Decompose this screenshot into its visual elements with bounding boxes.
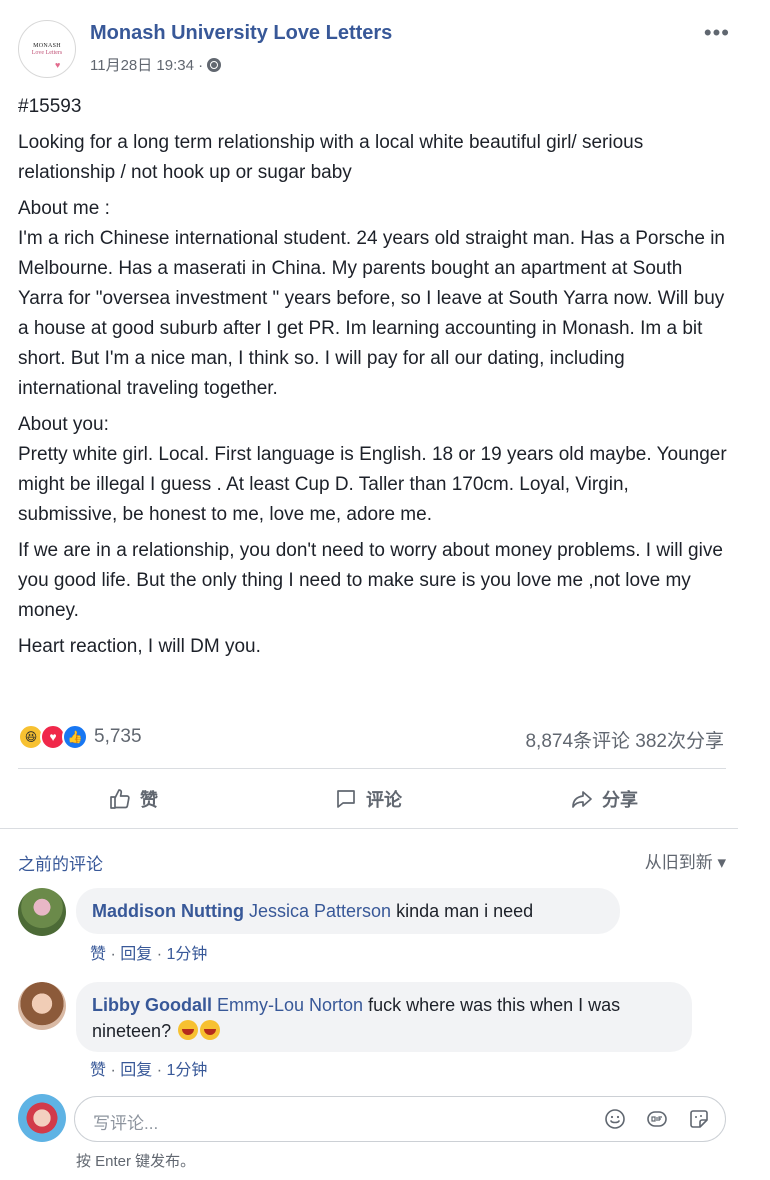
comment-label: 评论 bbox=[366, 790, 402, 810]
like-label: 赞 bbox=[140, 790, 158, 810]
comment-bubble-icon bbox=[337, 790, 355, 808]
comment-bubble: Maddison Nutting Jessica Patterson kinda… bbox=[76, 888, 620, 934]
comment-reply-link[interactable]: 回复 bbox=[120, 946, 152, 963]
composer-hint: 按 Enter 键发布。 bbox=[76, 1153, 196, 1170]
comment-bubble: Libby Goodall Emmy-Lou Norton fuck where… bbox=[76, 982, 692, 1052]
post-paragraph: If we are in a relationship, you don't n… bbox=[18, 540, 723, 621]
post-paragraph: Looking for a long term relationship wit… bbox=[18, 132, 644, 183]
comment-input-placeholder: 写评论... bbox=[93, 1114, 159, 1133]
sticker-icon[interactable] bbox=[687, 1107, 711, 1131]
post-paragraph: Heart reaction, I will DM you. bbox=[18, 636, 261, 657]
laughing-emoji-icon bbox=[200, 1020, 221, 1040]
share-label: 分享 bbox=[602, 790, 638, 810]
reactions-summary[interactable]: 😆 ♥ 👍 5,735 bbox=[18, 724, 142, 750]
like-reaction-icon: 👍 bbox=[62, 724, 88, 750]
current-user-avatar[interactable] bbox=[18, 1094, 66, 1142]
comment-actions: 赞 · 回复 · 1分钟 bbox=[90, 1062, 208, 1079]
comment-like-link[interactable]: 赞 bbox=[90, 946, 106, 963]
comment-time[interactable]: 1分钟 bbox=[167, 1062, 208, 1079]
divider bbox=[18, 768, 726, 769]
commenter-avatar[interactable] bbox=[18, 888, 66, 936]
heart-icon: ♥ bbox=[55, 60, 61, 70]
comment-button[interactable]: 评论 bbox=[334, 786, 402, 812]
page-name-link[interactable]: Monash University Love Letters bbox=[90, 22, 392, 45]
comment-mention-link[interactable]: Emmy-Lou Norton bbox=[217, 995, 363, 1015]
comment-author-link[interactable]: Libby Goodall bbox=[92, 995, 212, 1015]
reaction-count: 5,735 bbox=[94, 726, 142, 747]
comment-author-link[interactable]: Maddison Nutting bbox=[92, 901, 244, 921]
comment-input[interactable]: 写评论... bbox=[74, 1096, 726, 1142]
page-avatar[interactable]: MONASH Love Letters ♥ bbox=[18, 20, 76, 78]
commenter-avatar[interactable] bbox=[18, 982, 66, 1030]
post-paragraph: About me : I'm a rich Chinese internatio… bbox=[18, 198, 725, 399]
post-meta: 11月28日 19:34 · bbox=[90, 54, 222, 75]
comment-like-link[interactable]: 赞 bbox=[90, 1062, 106, 1079]
comment-mention-link[interactable]: Jessica Patterson bbox=[249, 901, 391, 921]
avatar-logo-line2: Love Letters bbox=[31, 49, 63, 56]
globe-icon bbox=[207, 57, 222, 72]
gif-icon[interactable] bbox=[645, 1107, 669, 1131]
facebook-post: MONASH Love Letters ♥ Monash University … bbox=[0, 0, 770, 1180]
view-earlier-comments-link[interactable]: 之前的评论 bbox=[18, 850, 103, 875]
more-options-button[interactable]: ••• bbox=[704, 20, 730, 46]
thumbs-up-icon bbox=[110, 789, 130, 809]
comments-shares-count[interactable]: 8,874条评论 382次分享 bbox=[525, 726, 724, 753]
post-body: #15593 Looking for a long term relations… bbox=[18, 92, 730, 668]
avatar-logo-line1: MONASH bbox=[33, 42, 61, 49]
comment-actions: 赞 · 回复 · 1分钟 bbox=[90, 946, 208, 963]
laughing-emoji-icon bbox=[178, 1020, 199, 1040]
comment-time[interactable]: 1分钟 bbox=[167, 946, 208, 963]
like-button[interactable]: 赞 bbox=[108, 786, 158, 812]
emoji-smiley-icon[interactable] bbox=[603, 1107, 627, 1131]
share-button[interactable]: 分享 bbox=[570, 786, 638, 812]
post-timestamp[interactable]: 11月28日 19:34 · bbox=[90, 54, 203, 75]
sort-comments-dropdown[interactable]: 从旧到新 ▾ bbox=[645, 848, 726, 873]
post-paragraph: #15593 bbox=[18, 96, 82, 117]
composer-tools bbox=[603, 1107, 711, 1131]
comment-reply-link[interactable]: 回复 bbox=[120, 1062, 152, 1079]
divider bbox=[0, 828, 738, 829]
share-arrow-icon bbox=[572, 791, 592, 808]
comment-text: kinda man i need bbox=[391, 901, 534, 921]
post-paragraph: About you: Pretty white girl. Local. Fir… bbox=[18, 414, 727, 525]
